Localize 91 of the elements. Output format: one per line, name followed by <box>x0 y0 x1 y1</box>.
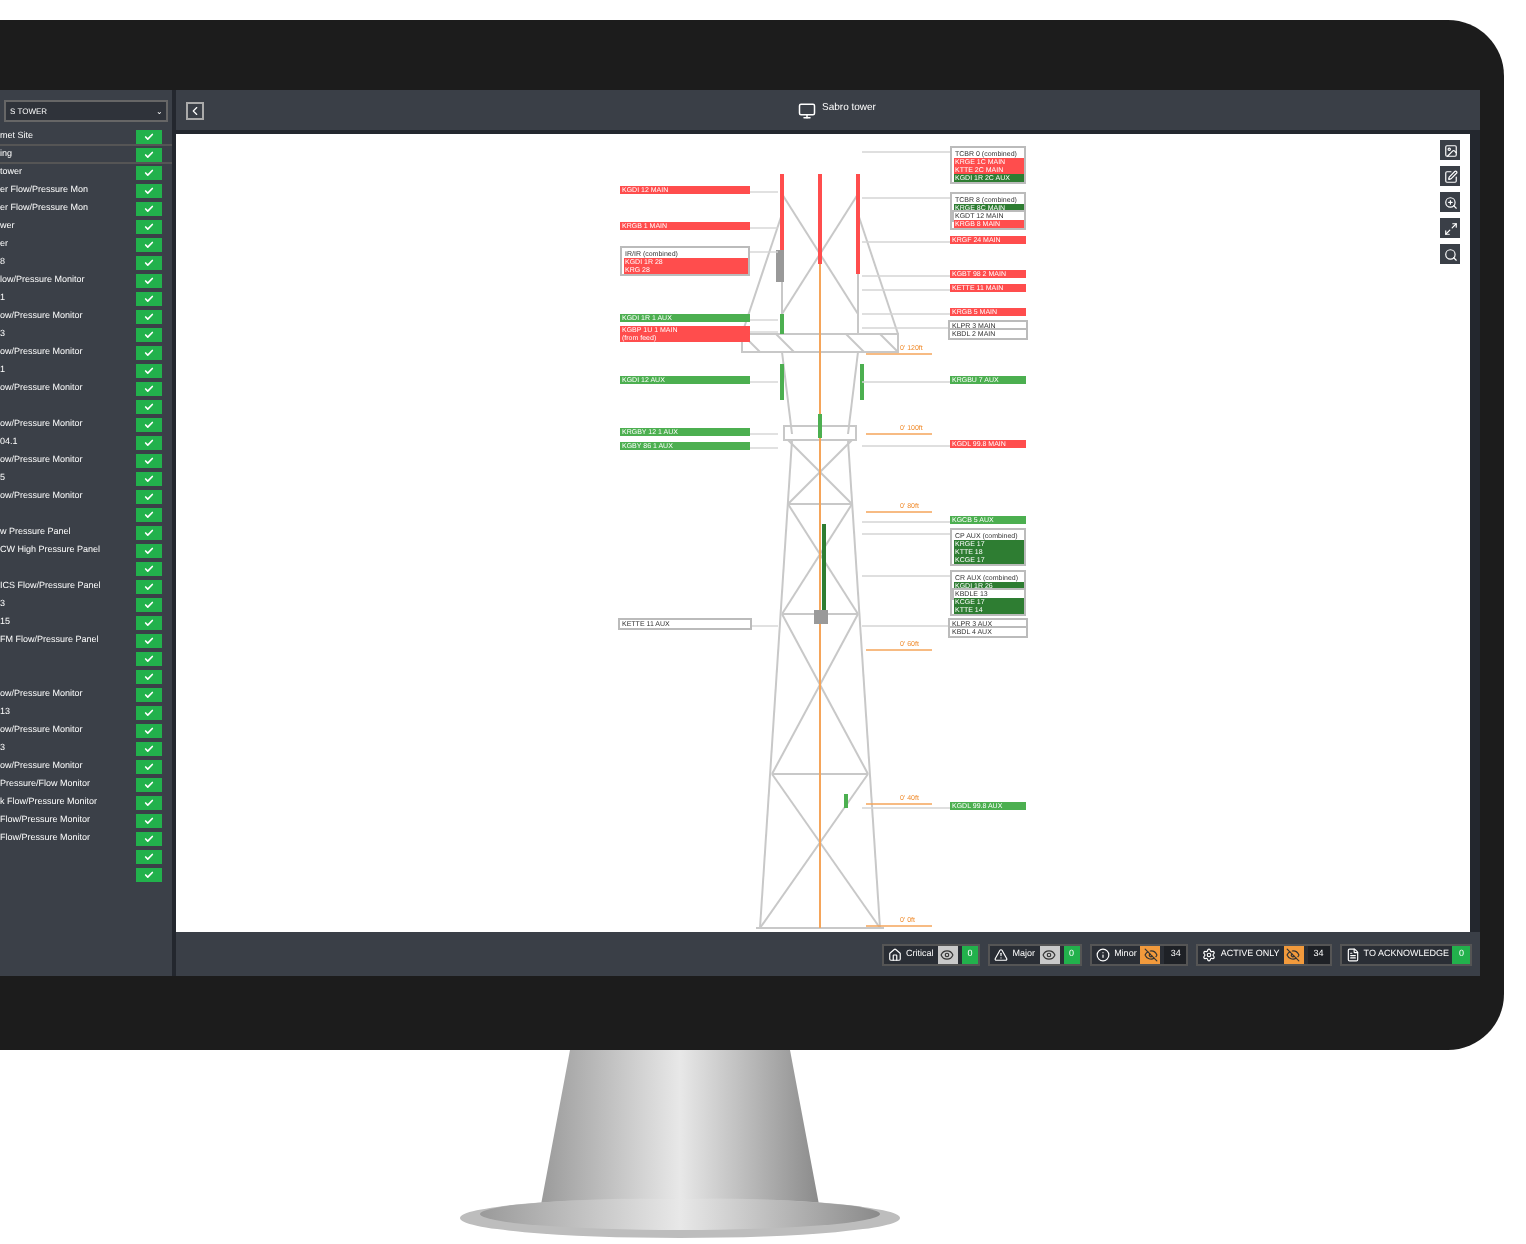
height-marker-line <box>865 649 933 651</box>
checkbox[interactable] <box>136 400 162 414</box>
edit-icon <box>1443 169 1457 183</box>
checkbox[interactable] <box>136 147 162 161</box>
checkbox[interactable] <box>136 688 162 702</box>
checkbox[interactable] <box>136 220 162 234</box>
checkbox[interactable] <box>136 436 162 450</box>
document-icon <box>1345 947 1360 961</box>
leader-line <box>861 289 951 291</box>
visibility-toggle[interactable] <box>1039 945 1060 963</box>
leader-line <box>861 313 951 315</box>
fullscreen-button[interactable] <box>1440 218 1460 238</box>
visibility-toggle[interactable] <box>1140 945 1161 963</box>
checkbox[interactable] <box>136 364 162 378</box>
leader-line <box>861 327 951 329</box>
leader-line <box>861 807 951 809</box>
zoom-in-icon <box>1443 195 1457 209</box>
checkbox[interactable] <box>136 760 162 774</box>
height-marker-line <box>865 803 933 805</box>
leader-line <box>749 331 779 333</box>
eye-off-icon <box>1286 947 1301 961</box>
checkbox[interactable] <box>136 652 162 666</box>
checkbox[interactable] <box>136 778 162 792</box>
eye-icon <box>940 947 955 961</box>
checkbox[interactable] <box>136 490 162 504</box>
checkbox[interactable] <box>136 706 162 720</box>
expand-icon <box>1443 221 1457 235</box>
visibility-toggle[interactable] <box>1283 945 1304 963</box>
height-marker-line <box>865 511 933 513</box>
leader-line <box>749 227 779 229</box>
checkbox[interactable] <box>136 292 162 306</box>
chevron-left-icon <box>188 103 202 117</box>
checkbox[interactable] <box>136 616 162 630</box>
checkbox[interactable] <box>136 508 162 522</box>
checkbox[interactable] <box>136 129 162 143</box>
checkbox[interactable] <box>136 634 162 648</box>
checkbox[interactable] <box>136 868 162 882</box>
checkbox[interactable] <box>136 850 162 864</box>
monitor-icon <box>798 101 817 119</box>
leader-line <box>861 533 951 535</box>
checkbox[interactable] <box>136 742 162 756</box>
checkbox[interactable] <box>136 184 162 198</box>
zoom-in-button[interactable] <box>1440 192 1460 212</box>
checkbox[interactable] <box>136 346 162 360</box>
leader-line <box>861 381 951 383</box>
height-marker-line <box>865 353 933 355</box>
checkbox[interactable] <box>136 544 162 558</box>
leader-line <box>861 521 951 523</box>
checkbox[interactable] <box>136 274 162 288</box>
checkbox[interactable] <box>136 454 162 468</box>
search-icon <box>1443 247 1457 261</box>
checkbox[interactable] <box>136 562 162 576</box>
checkbox[interactable] <box>136 598 162 612</box>
checkbox[interactable] <box>136 814 162 828</box>
eye-off-icon <box>1143 947 1158 961</box>
height-marker-line <box>865 925 933 927</box>
leader-line <box>861 625 951 627</box>
checkbox[interactable] <box>136 166 162 180</box>
checkbox[interactable] <box>136 382 162 396</box>
leader-line <box>861 575 951 577</box>
eye-icon <box>1042 947 1057 961</box>
checkbox[interactable] <box>136 202 162 216</box>
checkbox[interactable] <box>136 796 162 810</box>
info-icon <box>1096 947 1111 961</box>
leader-line <box>861 197 951 199</box>
house-icon <box>888 947 902 961</box>
leader-line <box>861 445 951 447</box>
checkbox[interactable] <box>136 310 162 324</box>
image-button[interactable] <box>1440 140 1460 160</box>
checkbox[interactable] <box>136 238 162 252</box>
edit-button[interactable] <box>1440 166 1460 186</box>
height-marker-line <box>865 433 933 435</box>
checkbox[interactable] <box>136 526 162 540</box>
checkbox[interactable] <box>136 724 162 738</box>
visibility-toggle[interactable] <box>937 945 958 963</box>
checkbox[interactable] <box>136 472 162 486</box>
leader-line <box>861 241 951 243</box>
checkbox[interactable] <box>136 670 162 684</box>
back-button[interactable] <box>186 101 204 119</box>
checkbox[interactable] <box>136 328 162 342</box>
warning-icon <box>994 947 1009 961</box>
search-button[interactable] <box>1440 244 1460 264</box>
gear-icon <box>1202 947 1217 961</box>
leader-line <box>749 251 779 253</box>
image-icon <box>1443 143 1457 157</box>
checkbox[interactable] <box>136 580 162 594</box>
checkbox[interactable] <box>136 832 162 846</box>
checkbox[interactable] <box>136 418 162 432</box>
checkbox[interactable] <box>136 256 162 270</box>
leader-line <box>861 275 951 277</box>
leader-line <box>861 151 951 153</box>
